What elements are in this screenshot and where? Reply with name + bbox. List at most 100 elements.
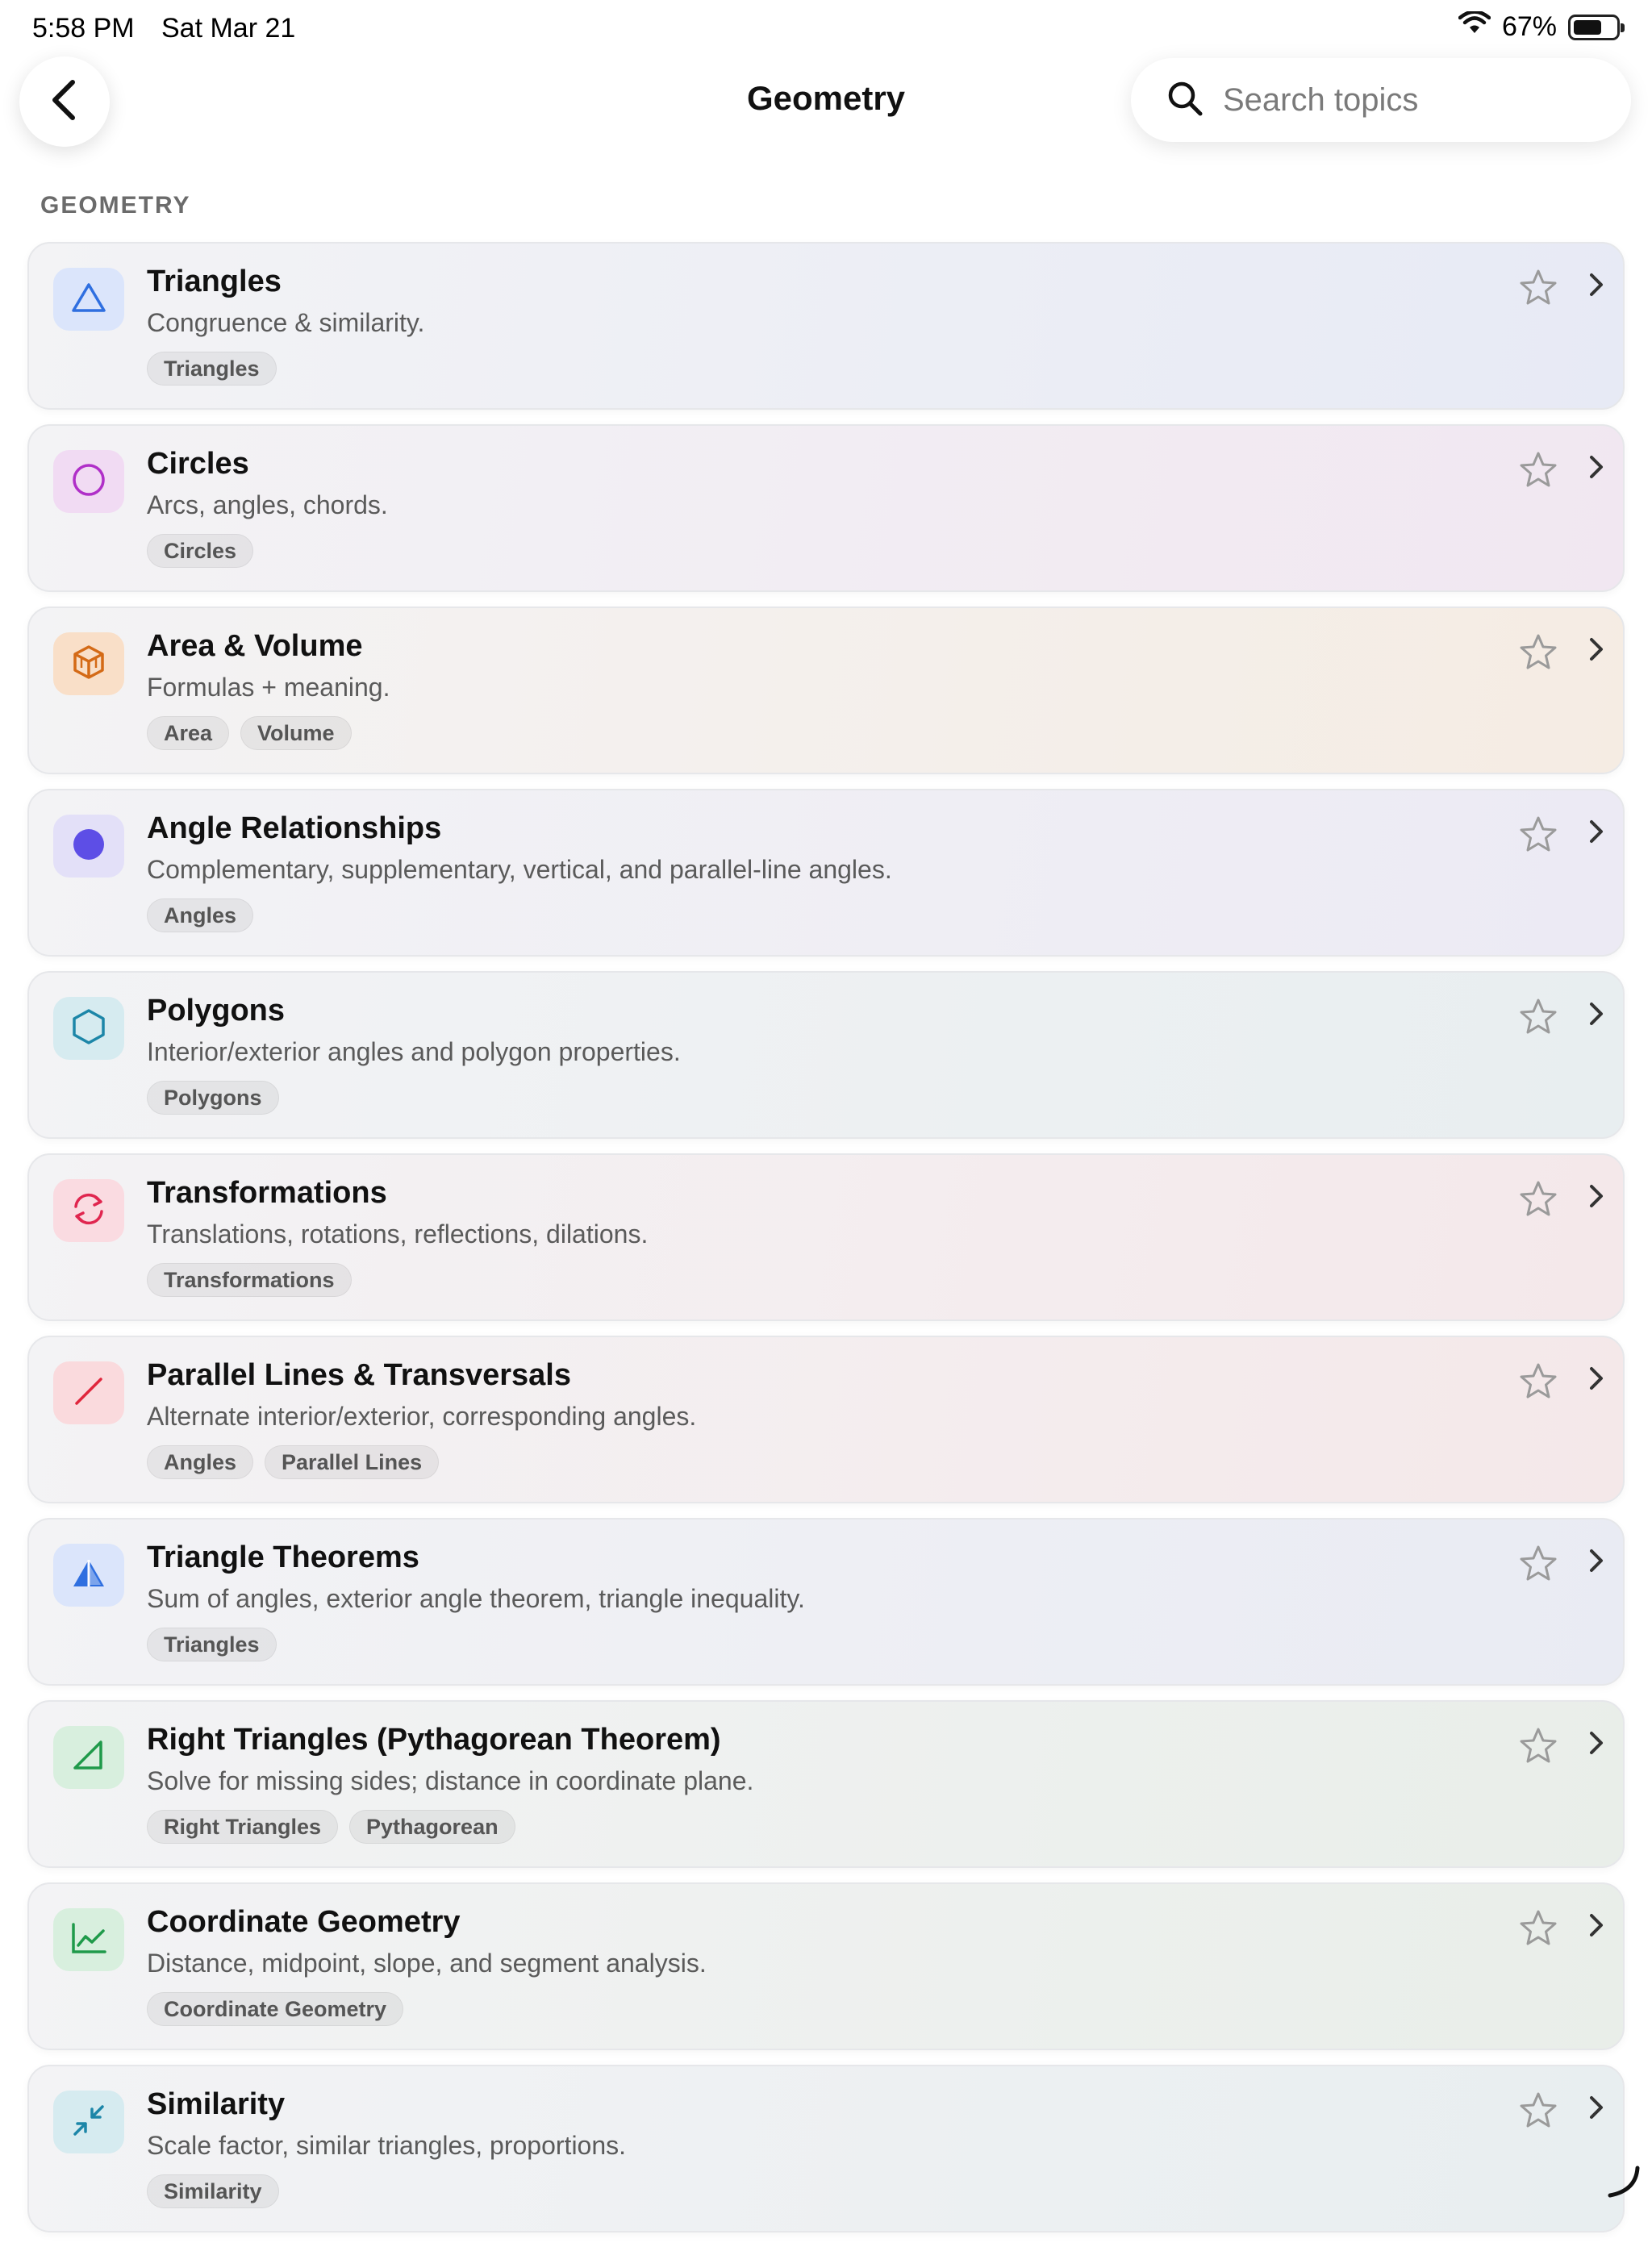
chevron-right-icon [1584,1365,1608,1392]
chevron-right-icon [1584,818,1608,845]
topic-title: Circles [147,447,249,481]
search-input[interactable] [1223,81,1594,119]
chevron-right-icon [1584,271,1608,298]
favorite-star-icon[interactable] [1518,2091,1558,2131]
topic-icon-box [53,997,124,1060]
topic-icon-box [53,632,124,695]
topic-icon-box [53,815,124,878]
topic-title: Polygons [147,994,286,1028]
favorite-star-icon[interactable] [1518,1361,1558,1402]
line-chart-icon [69,1920,108,1960]
topic-tags: Triangles [147,1628,277,1661]
favorite-star-icon[interactable] [1518,815,1558,855]
topic-tags: Angles Parallel Lines [147,1445,440,1479]
topic-card[interactable]: Transformations Translations, rotations, … [27,1153,1625,1321]
chevron-right-icon [1584,636,1608,663]
favorite-star-icon[interactable] [1518,268,1558,308]
topic-description: Arcs, angles, chords. [147,490,388,519]
topic-description: Scale factor, similar triangles, proport… [147,2131,627,2160]
topic-title: Similarity [147,2087,286,2121]
topic-description: Complementary, supplementary, vertical, … [147,855,892,884]
chevron-right-icon [1584,453,1608,481]
right-triangle-icon [70,1737,107,1778]
topic-tags: Right Triangles Pythagorean [147,1810,515,1844]
topic-description: Distance, midpoint, slope, and segment a… [147,1949,707,1978]
favorite-star-icon[interactable] [1518,1726,1558,1766]
topic-description: Alternate interior/exterior, correspondi… [147,1402,697,1431]
triangle-icon [70,281,107,319]
topic-description: Sum of angles, exterior angle theorem, t… [147,1584,805,1613]
section-label: GEOMETRY [40,192,191,219]
topic-card[interactable]: Parallel Lines & Transversals Alternate i… [27,1336,1625,1503]
favorite-star-icon[interactable] [1518,1908,1558,1949]
tag-chip: Pythagorean [349,1810,515,1844]
topic-title: Coordinate Geometry [147,1905,461,1939]
topic-description: Interior/exterior angles and polygon pro… [147,1037,681,1066]
battery-icon [1568,14,1625,40]
topic-icon-box [53,1361,124,1424]
favorite-star-icon[interactable] [1518,1179,1558,1219]
tag-chip: Angles [147,898,254,932]
arrows-in-icon [70,2102,107,2143]
topic-card[interactable]: Right Triangles (Pythagorean Theorem) Sol… [27,1700,1625,1868]
favorite-star-icon[interactable] [1518,450,1558,490]
topic-card[interactable]: Angle Relationships Complementary, supple… [27,789,1625,957]
topic-card[interactable]: Area & Volume Formulas + meaning. Area Volu… [27,607,1625,774]
favorite-star-icon[interactable] [1518,632,1558,673]
tag-chip: Triangles [147,1628,277,1661]
topic-title: Transformations [147,1176,387,1210]
topic-tags: Triangles [147,352,277,386]
favorite-star-icon[interactable] [1518,1544,1558,1584]
topic-title: Triangle Theorems [147,1540,419,1574]
topic-card[interactable]: Circles Arcs, angles, chords. Circles [27,424,1625,592]
tag-chip: Triangles [147,352,277,386]
status-time: 5:58 PM [32,13,135,44]
topic-tags: Coordinate Geometry [147,1992,404,2026]
topic-icon-box [53,2091,124,2153]
topic-title: Angle Relationships [147,811,442,845]
tag-chip: Angles [147,1445,254,1479]
tag-chip: Right Triangles [147,1810,339,1844]
favorite-star-icon[interactable] [1518,997,1558,1037]
split-triangle-icon [70,1557,107,1595]
topic-title: Right Triangles (Pythagorean Theorem) [147,1723,721,1757]
topic-description: Formulas + meaning. [147,673,390,702]
battery-percent: 67% [1501,11,1557,42]
topic-icon-box [53,450,124,513]
tag-chip: Volume [240,716,352,750]
wifi-icon [1458,10,1491,43]
topic-description: Solve for missing sides; distance in coo… [147,1766,754,1795]
topic-tags: Angles [147,898,254,932]
topic-icon-box [53,1726,124,1789]
topic-description: Congruence & similarity. [147,308,425,337]
topic-card[interactable]: Similarity Scale factor, similar triangle… [27,2065,1625,2232]
chevron-right-icon [1584,1547,1608,1574]
status-bar: 5:58 PM Sat Mar 21 67% [0,0,1652,58]
topic-card[interactable]: Triangles Congruence & similarity. Triangl… [27,242,1625,410]
topic-card[interactable]: Coordinate Geometry Distance, midpoint, s… [27,1882,1625,2050]
cube-icon [70,644,107,685]
topic-list: Triangles Congruence & similarity. Triangl… [27,242,1625,2247]
topic-title: Parallel Lines & Transversals [147,1358,571,1392]
topic-tags: Polygons [147,1081,279,1115]
slash-line-icon [70,1373,107,1414]
tag-chip: Circles [147,534,254,568]
circle-icon [70,461,107,502]
rotate-arrows-icon [69,1190,108,1232]
topic-card[interactable]: Triangle Theorems Sum of angles, exterior… [27,1518,1625,1686]
topic-tags: Circles [147,534,254,568]
topic-title: Area & Volume [147,629,363,663]
chevron-right-icon [1584,1182,1608,1210]
chevron-right-icon [1584,1000,1608,1028]
tag-chip: Transformations [147,1263,352,1297]
tag-chip: Parallel Lines [265,1445,440,1479]
chevron-right-icon [1584,1729,1608,1757]
topic-card[interactable]: Polygons Interior/exterior angles and pol… [27,971,1625,1139]
search-icon [1166,80,1204,121]
topic-icon-box [53,1179,124,1242]
tag-chip: Polygons [147,1081,279,1115]
topic-icon-box [53,268,124,331]
search-bar[interactable] [1131,58,1631,142]
chevron-right-icon [1584,2094,1608,2121]
status-date: Sat Mar 21 [161,13,296,44]
